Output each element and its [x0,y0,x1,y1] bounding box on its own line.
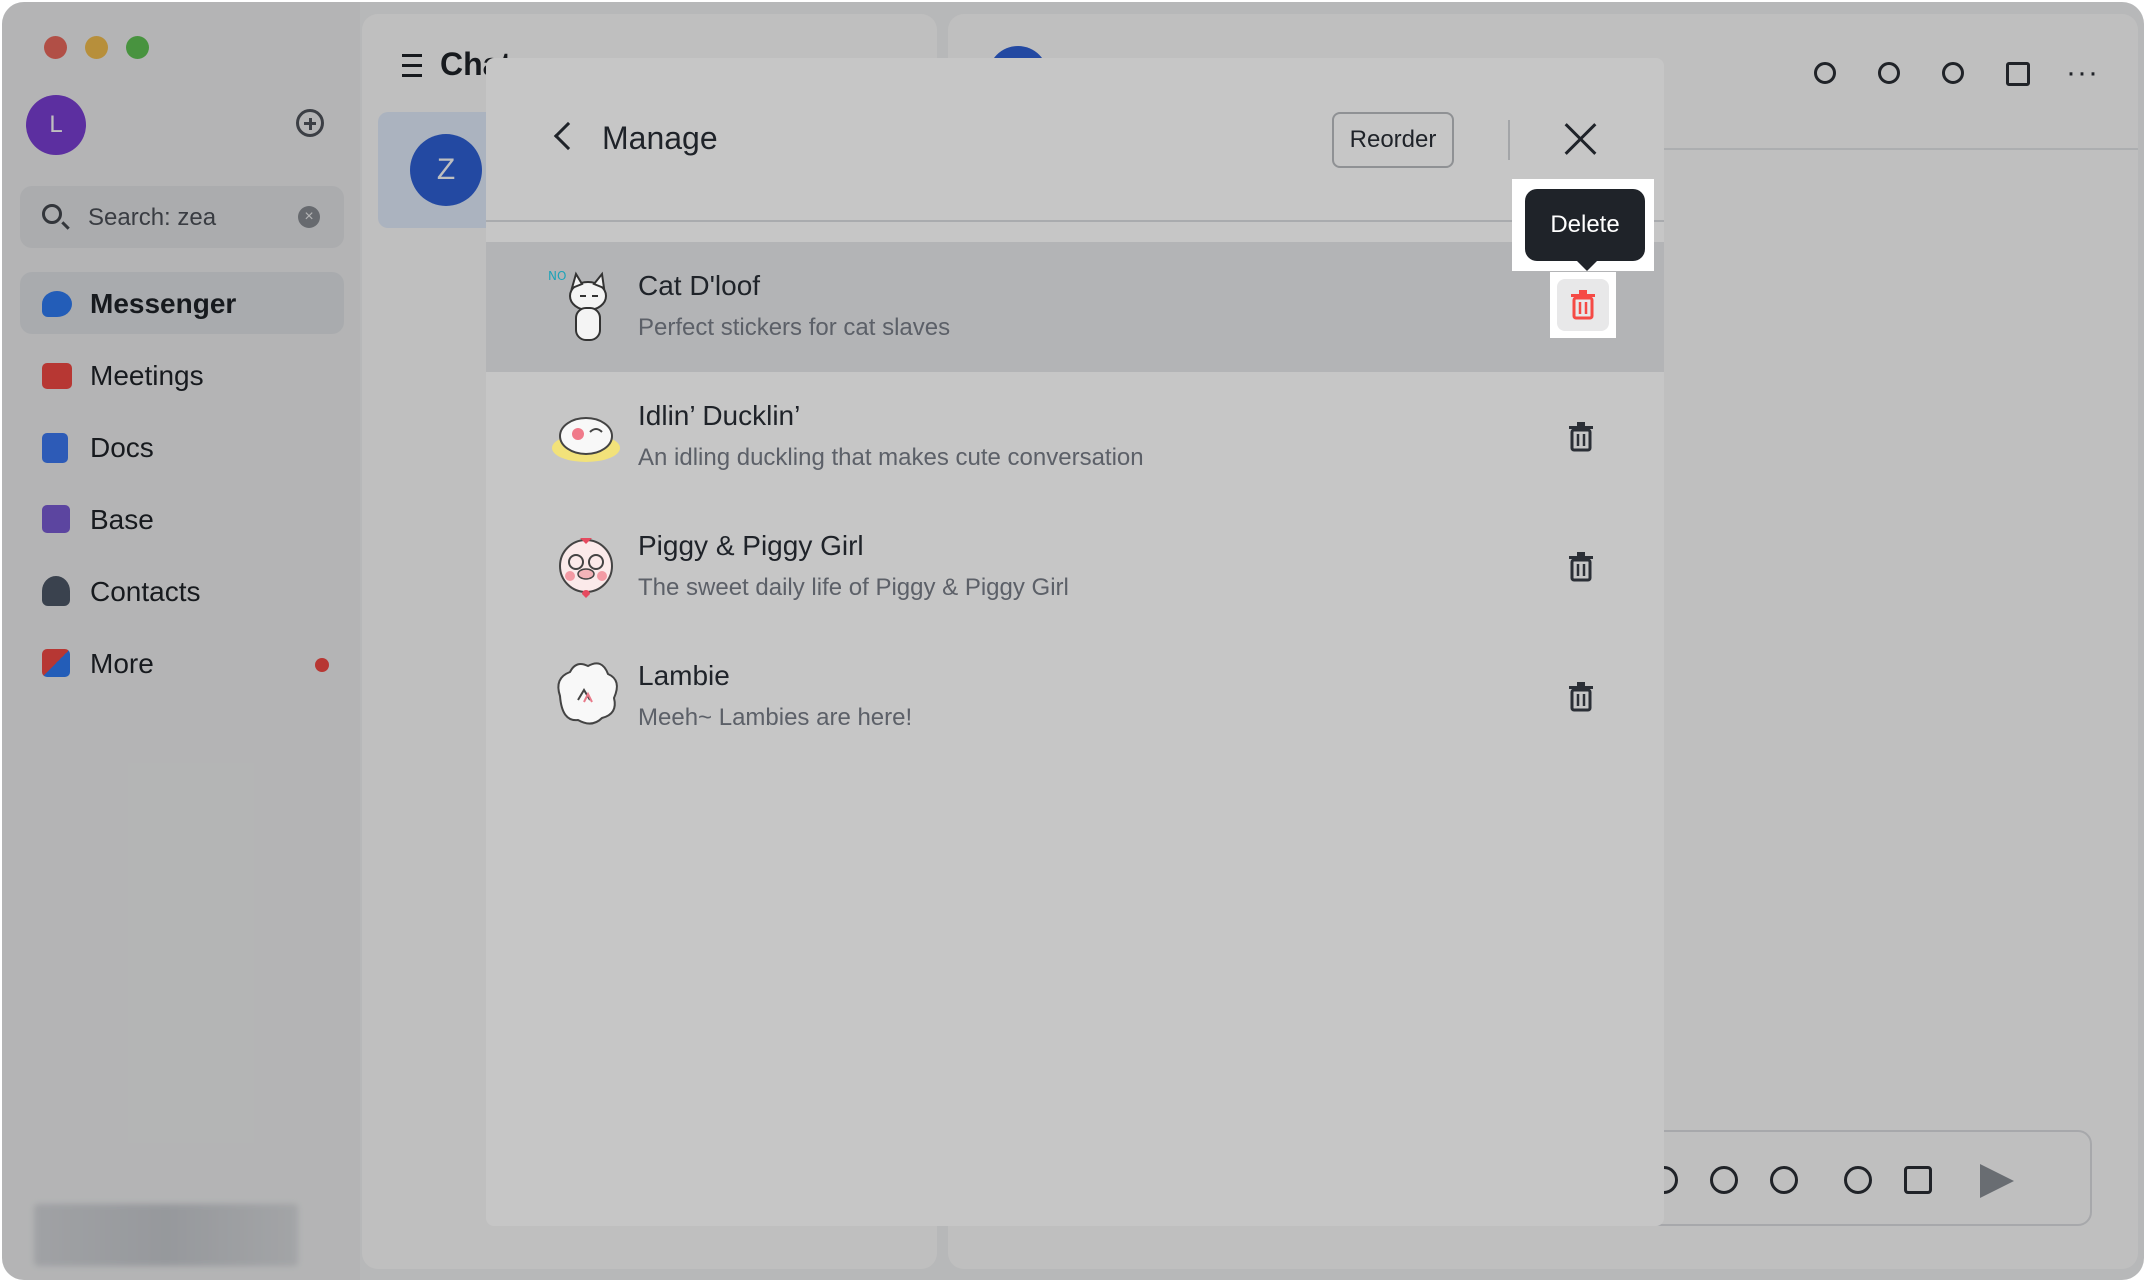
app-window: L Search: zea × Messenger Meetings Docs … [2,2,2144,1280]
sticker-description: An idling duckling that makes cute conve… [638,444,1144,471]
manage-stickers-dialog: Manage Reorder NO Cat D'loof Perfect sti… [486,58,1664,1226]
header-divider [486,220,1664,222]
delete-button[interactable] [1557,279,1609,331]
piggy-sticker-icon [559,538,613,598]
back-chevron-icon[interactable] [553,121,583,151]
sticker-row[interactable]: Piggy & Piggy Girl The sweet daily life … [486,502,1664,632]
delete-tooltip: Delete [1525,189,1645,271]
sticker-description: The sweet daily life of Piggy & Piggy Gi… [638,574,1069,601]
reorder-button[interactable]: Reorder [1332,112,1454,168]
trash-icon [1571,290,1595,320]
trash-icon[interactable] [1568,552,1594,582]
sticker-title: Idlin’ Ducklin’ [638,400,801,431]
sticker-title: Lambie [638,660,730,691]
sticker-row[interactable]: Idlin’ Ducklin’ An idling duckling that … [486,372,1664,502]
svg-text:NO: NO [548,269,566,283]
trash-icon[interactable] [1568,682,1594,712]
sticker-title: Piggy & Piggy Girl [638,530,864,561]
lambie-sticker-icon [557,662,618,725]
duckling-sticker-icon [552,417,620,462]
sticker-row[interactable]: NO Cat D'loof Perfect stickers for cat s… [486,242,1664,372]
header-separator [1508,120,1510,160]
cat-sticker-icon: NO [548,269,607,341]
sticker-title: Cat D'loof [638,270,761,301]
close-icon[interactable] [1564,122,1598,156]
sticker-description: Perfect stickers for cat slaves [638,314,951,341]
dialog-title: Manage [602,120,718,156]
sticker-description: Meeh~ Lambies are here! [638,704,913,731]
sticker-row[interactable]: Lambie Meeh~ Lambies are here! [486,632,1664,762]
trash-icon[interactable] [1568,422,1594,452]
